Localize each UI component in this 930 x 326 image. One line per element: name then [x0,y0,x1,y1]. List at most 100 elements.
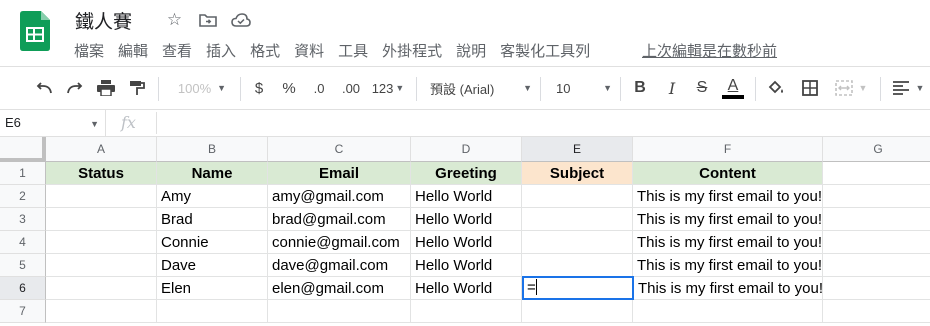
row-header-4[interactable]: 4 [0,231,46,254]
cell-c4[interactable]: connie@gmail.com [268,231,411,254]
column-header-a[interactable]: A [46,137,157,162]
last-edit-link[interactable]: 上次編輯是在數秒前 [642,40,777,61]
menu-tools[interactable]: 工具 [338,40,368,61]
cell-c2[interactable]: amy@gmail.com [268,185,411,208]
increase-decimal-button[interactable]: .00 [338,67,364,109]
print-icon[interactable] [94,67,118,109]
menu-edit[interactable]: 編輯 [118,40,148,61]
menu-format[interactable]: 格式 [250,40,280,61]
cell-f6[interactable]: This is my first email to you! [634,277,823,300]
cell-a6[interactable] [46,277,157,300]
cell-c7[interactable] [268,300,411,323]
row-header-6[interactable]: 6 [0,277,46,300]
cell-d4[interactable]: Hello World [411,231,522,254]
cell-a1[interactable]: Status [46,162,157,185]
column-header-f[interactable]: F [633,137,823,162]
cell-c5[interactable]: dave@gmail.com [268,254,411,277]
cell-b6[interactable]: Elen [157,277,268,300]
cell-f3[interactable]: This is my first email to you! [633,208,823,231]
cell-e3[interactable] [522,208,633,231]
cell-g5[interactable] [823,254,930,277]
cell-c3[interactable]: brad@gmail.com [268,208,411,231]
cell-e4[interactable] [522,231,633,254]
cell-g6[interactable] [823,277,930,300]
text-color-button[interactable]: A [721,67,745,109]
active-cell-e6[interactable]: = [522,276,634,300]
cell-f2[interactable]: This is my first email to you! [633,185,823,208]
cell-a2[interactable] [46,185,157,208]
column-header-b[interactable]: B [157,137,268,162]
menu-view[interactable]: 查看 [162,40,192,61]
cell-b1[interactable]: Name [157,162,268,185]
cell-f4[interactable]: This is my first email to you! [633,231,823,254]
font-size-select[interactable]: 10 ▼ [556,67,612,109]
cell-e2[interactable] [522,185,633,208]
fill-color-icon[interactable] [765,67,787,109]
row-header-3[interactable]: 3 [0,208,46,231]
row-header-7[interactable]: 7 [0,300,46,323]
cell-d6[interactable]: Hello World [411,277,522,300]
redo-icon[interactable] [63,67,87,109]
cell-b7[interactable] [157,300,268,323]
cloud-status-icon[interactable] [228,9,253,31]
strikethrough-button[interactable]: S [692,67,712,109]
cell-d3[interactable]: Hello World [411,208,522,231]
select-all-corner[interactable] [0,137,46,162]
menu-customize-toolbar[interactable]: 客製化工具列 [500,40,590,61]
cell-g2[interactable] [823,185,930,208]
percent-format-button[interactable]: % [279,67,299,109]
menu-insert[interactable]: 插入 [206,40,236,61]
column-header-c[interactable]: C [268,137,411,162]
move-folder-icon[interactable] [195,9,220,31]
column-header-g[interactable]: G [823,137,930,162]
horizontal-align-icon[interactable]: ▼ [888,67,928,109]
decrease-decimal-button[interactable]: .0 [306,67,332,109]
merge-cells-icon[interactable]: ▼ [830,67,872,109]
more-formats-select[interactable]: 123 ▼ [368,67,408,109]
cell-b4[interactable]: Connie [157,231,268,254]
menu-data[interactable]: 資料 [294,40,324,61]
cell-a4[interactable] [46,231,157,254]
cell-f5[interactable]: This is my first email to you! [633,254,823,277]
cell-a5[interactable] [46,254,157,277]
font-family-select[interactable]: 預設 (Arial) ▼ [430,67,532,109]
zoom-select[interactable]: 100% ▼ [172,67,232,109]
cell-a3[interactable] [46,208,157,231]
cell-c6[interactable]: elen@gmail.com [268,277,411,300]
menu-file[interactable]: 檔案 [74,40,104,61]
cell-d1[interactable]: Greeting [411,162,522,185]
star-icon[interactable]: ☆ [162,9,187,31]
menu-help[interactable]: 說明 [456,40,486,61]
cell-a7[interactable] [46,300,157,323]
menu-addons[interactable]: 外掛程式 [382,40,442,61]
cell-g1[interactable] [823,162,930,185]
undo-icon[interactable] [32,67,56,109]
cell-b3[interactable]: Brad [157,208,268,231]
cell-g7[interactable] [823,300,930,323]
cell-f7[interactable] [633,300,823,323]
cell-d5[interactable]: Hello World [411,254,522,277]
cell-g3[interactable] [823,208,930,231]
row-header-1[interactable]: 1 [0,162,46,185]
document-title[interactable]: 鐵人賽 [75,7,132,34]
cell-f1[interactable]: Content [633,162,823,185]
italic-button[interactable]: I [662,67,682,109]
cell-d2[interactable]: Hello World [411,185,522,208]
borders-icon[interactable] [799,67,821,109]
cell-d7[interactable] [411,300,522,323]
row-header-2[interactable]: 2 [0,185,46,208]
bold-button[interactable]: B [630,67,650,109]
column-header-d[interactable]: D [411,137,522,162]
cell-e7[interactable] [522,300,633,323]
currency-format-button[interactable]: $ [249,67,269,109]
name-box[interactable]: E6 ▼ [0,110,106,137]
cell-g4[interactable] [823,231,930,254]
cell-e1[interactable]: Subject [522,162,633,185]
cell-b5[interactable]: Dave [157,254,268,277]
paint-format-icon[interactable] [125,67,149,109]
cell-b2[interactable]: Amy [157,185,268,208]
column-header-e[interactable]: E [522,137,633,162]
cell-e5[interactable] [522,254,633,277]
sheets-logo-icon[interactable] [20,11,50,51]
row-header-5[interactable]: 5 [0,254,46,277]
